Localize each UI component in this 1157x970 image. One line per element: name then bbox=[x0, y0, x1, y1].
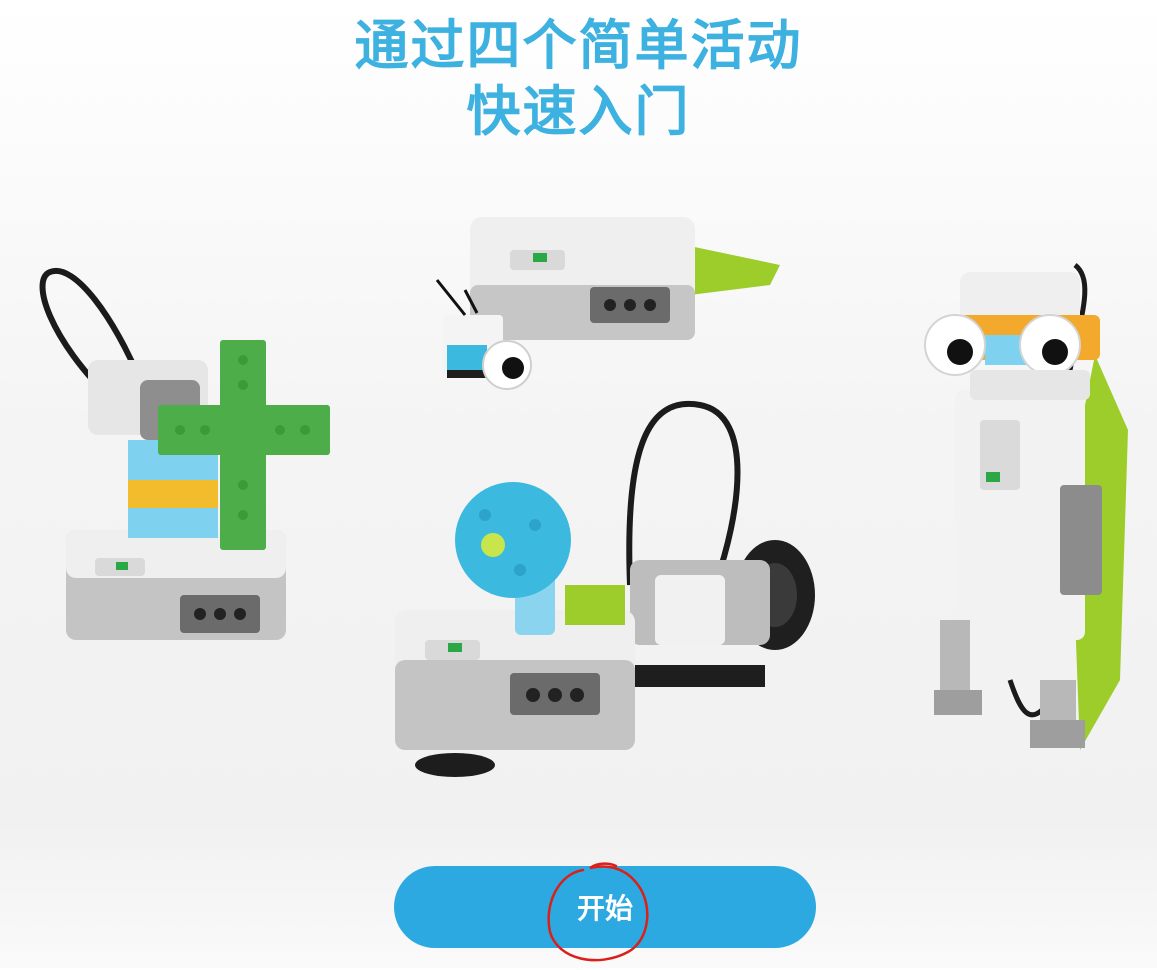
page-title-line-2: 快速入门 bbox=[466, 80, 691, 143]
frog-model-image bbox=[924, 263, 1128, 750]
start-button[interactable]: 开始 bbox=[394, 866, 816, 948]
spinner-car-model-image bbox=[395, 400, 815, 777]
snail-model-image bbox=[435, 217, 780, 390]
start-button-label: 开始 bbox=[576, 892, 633, 925]
page-title-line-1: 通过四个简单活动 bbox=[354, 14, 803, 77]
windmill-model-image bbox=[39, 267, 330, 640]
